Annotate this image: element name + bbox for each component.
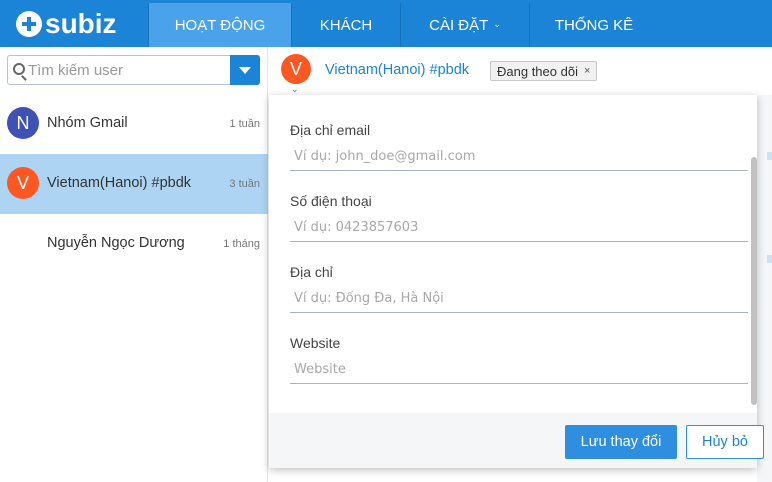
save-button[interactable]: Lưu thay đổi xyxy=(565,425,677,459)
cancel-button[interactable]: Hủy bỏ xyxy=(686,425,764,459)
panel-footer: Lưu thay đổi Hủy bỏ xyxy=(269,413,764,468)
nav-tab-settings[interactable]: CÀI ĐẶT ⌄ xyxy=(400,3,529,47)
avatar: V xyxy=(7,167,39,199)
top-navbar: subiz HOẠT ĐỘNG KHÁCH CÀI ĐẶT ⌄ THỐNG KÊ xyxy=(0,0,772,47)
website-label: Website xyxy=(290,335,341,351)
email-field[interactable] xyxy=(290,143,748,171)
nav-tab-label: THỐNG KÊ xyxy=(554,16,634,34)
contact-info-panel: Địa chỉ email Số điện thoại Địa chỉ Webs… xyxy=(269,95,764,468)
chevron-down-icon[interactable]: ⌄ xyxy=(291,84,299,95)
chevron-down-icon: ⌄ xyxy=(493,18,501,29)
nav-tab-statistics[interactable]: THỐNG KÊ xyxy=(529,3,658,47)
subiz-logo[interactable]: subiz xyxy=(0,0,148,47)
address-field[interactable] xyxy=(290,285,748,313)
contact-form: Địa chỉ email Số điện thoại Địa chỉ Webs… xyxy=(269,95,757,413)
conversation-name: Nhóm Gmail xyxy=(47,115,128,131)
search-dropdown-button[interactable] xyxy=(230,55,260,85)
conversation-header: V ⌄ Vietnam(Hanoi) #pbdk Đang theo dõi × xyxy=(269,47,772,95)
phone-label: Số điện thoại xyxy=(290,193,372,209)
conversation-item[interactable]: N Nhóm Gmail 1 tuần xyxy=(0,94,268,154)
nav-tab-customers[interactable]: KHÁCH xyxy=(291,3,400,47)
user-search-input[interactable] xyxy=(28,56,228,84)
conversation-sidebar: N Nhóm Gmail 1 tuần V Vietnam(Hanoi) #pb… xyxy=(0,47,268,482)
conversation-item-selected[interactable]: V Vietnam(Hanoi) #pbdk 3 tuần xyxy=(0,154,268,214)
search-icon xyxy=(13,63,25,75)
nav-tab-label: CÀI ĐẶT xyxy=(429,16,489,34)
conversation-time: 3 tuần xyxy=(229,178,260,190)
conversation-name: Nguyễn Ngọc Dương xyxy=(47,235,185,251)
avatar: N xyxy=(7,107,39,139)
logo-plus-icon xyxy=(16,10,42,37)
nav-tab-label: KHÁCH xyxy=(319,16,373,34)
following-badge: Đang theo dõi × xyxy=(490,61,598,81)
address-label: Địa chỉ xyxy=(290,264,333,280)
close-icon[interactable]: × xyxy=(584,65,590,77)
nav-tab-label: HOẠT ĐỘNG xyxy=(174,16,266,34)
phone-field[interactable] xyxy=(290,214,748,242)
badge-label: Đang theo dõi xyxy=(497,63,578,79)
conversation-time: 1 tháng xyxy=(223,238,260,250)
background-marker xyxy=(767,152,772,160)
email-label: Địa chỉ email xyxy=(290,122,371,138)
contact-name-link[interactable]: Vietnam(Hanoi) #pbdk xyxy=(325,62,469,78)
conversation-name: Vietnam(Hanoi) #pbdk xyxy=(47,175,192,191)
website-field[interactable] xyxy=(290,356,748,384)
panel-scrollbar[interactable] xyxy=(751,157,757,405)
conversation-time: 1 tuần xyxy=(229,118,260,130)
nav-tab-activity[interactable]: HOẠT ĐỘNG xyxy=(148,3,291,47)
background-marker xyxy=(767,255,772,263)
user-search-box xyxy=(7,55,260,85)
conversation-item[interactable]: Nguyễn Ngọc Dương 1 tháng xyxy=(0,214,268,274)
avatar[interactable]: V xyxy=(281,54,311,84)
conversation-list: N Nhóm Gmail 1 tuần V Vietnam(Hanoi) #pb… xyxy=(0,94,268,274)
logo-text: subiz xyxy=(45,7,117,39)
